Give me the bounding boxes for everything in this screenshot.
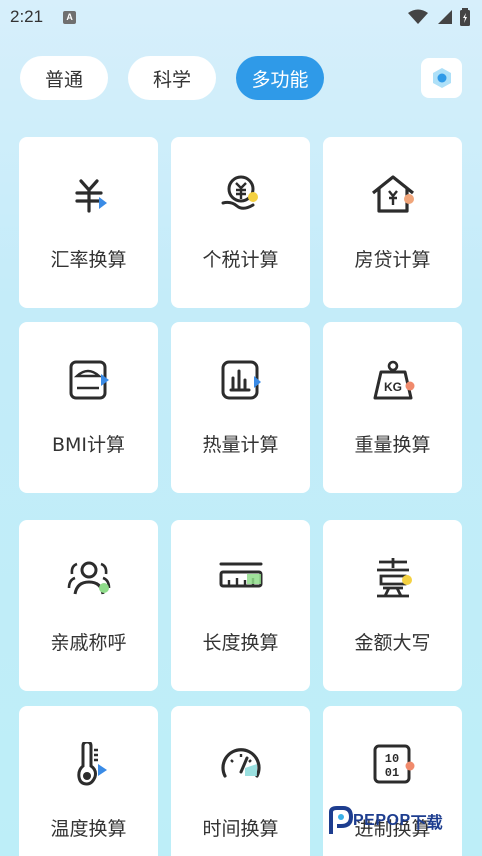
binary-icon: 10 01 [373,744,414,784]
ruler-icon [219,562,262,588]
tab-scientific[interactable]: 科学 [128,56,216,100]
tool-label: 温度换算 [50,818,127,840]
svg-text:KG: KG [384,380,402,394]
tab-normal[interactable]: 普通 [20,56,108,100]
tool-card-weight[interactable]: KG 重量换算 [323,322,462,493]
mode-tabs: 普通 科学 多功能 [20,56,462,100]
chinese-numeral-icon [376,558,412,598]
tool-card-bmi[interactable]: BMI计算 [19,322,158,493]
tool-label: 长度换算 [202,632,279,654]
tool-card-capital-amount[interactable]: 金额大写 [323,520,462,691]
svg-text:01: 01 [384,766,398,780]
tool-label: 亲戚称呼 [50,632,127,654]
notification-badge-icon: A [63,10,77,24]
tool-label: 时间换算 [202,818,279,840]
battery-icon [460,8,470,26]
gear-icon [432,68,451,88]
tool-label: 重量换算 [354,434,431,456]
tab-multifunction[interactable]: 多功能 [236,56,324,100]
speedometer-icon [220,748,261,778]
calorie-chart-icon [221,360,261,400]
tool-card-temperature[interactable]: 温度换算 [19,706,158,856]
tool-label: 个税计算 [202,249,279,271]
thermometer-icon [76,742,107,786]
tool-card-calorie[interactable]: 热量计算 [171,322,310,493]
tool-card-length[interactable]: 长度换算 [171,520,310,691]
tool-card-time[interactable]: 时间换算 [171,706,310,856]
bmi-scale-icon [69,360,109,400]
watermark-suffix: 下载 [410,813,443,832]
weight-kg-icon: KG [373,360,414,400]
status-icons [408,8,470,26]
signal-icon [438,10,452,24]
wifi-icon [408,9,428,24]
relatives-icon [67,561,110,595]
tool-label: 金额大写 [354,632,431,654]
watermark-brand: PEPOP [353,812,411,829]
mortgage-icon [371,175,414,213]
watermark-logo-icon [329,806,353,834]
svg-text:10: 10 [384,752,398,766]
tool-card-mortgage[interactable]: 房贷计算 [323,137,462,308]
status-time: 2:21 [10,7,44,26]
watermark: PEPOP 下载 [327,806,443,836]
status-bar: 2:21 A [0,0,482,34]
tool-card-relatives[interactable]: 亲戚称呼 [19,520,158,691]
tool-label: 汇率换算 [50,249,127,271]
tool-label: 热量计算 [202,434,279,456]
currency-exchange-icon [74,179,107,213]
tool-label: BMI计算 [51,434,126,456]
settings-button[interactable] [421,58,462,98]
tool-label: 房贷计算 [354,249,431,271]
income-tax-icon [221,175,258,210]
tool-card-currency[interactable]: 汇率换算 [19,137,158,308]
tool-card-tax[interactable]: 个税计算 [171,137,310,308]
